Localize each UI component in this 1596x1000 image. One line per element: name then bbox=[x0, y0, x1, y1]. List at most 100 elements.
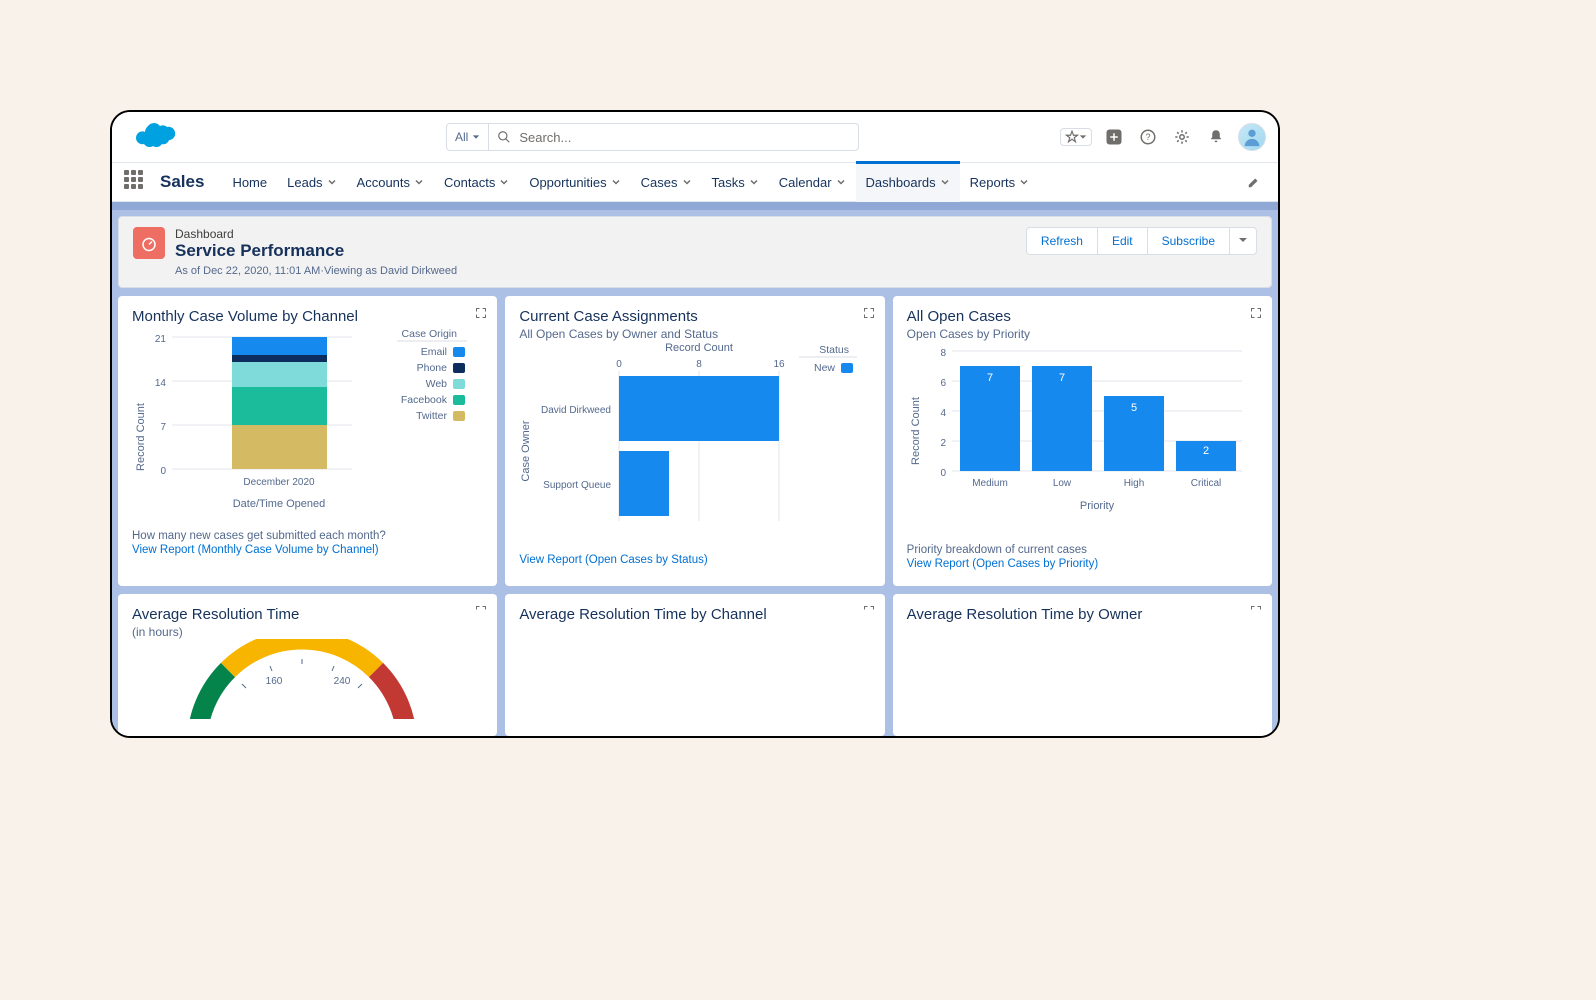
card-title: Monthly Case Volume by Channel bbox=[132, 308, 483, 325]
expand-button[interactable] bbox=[863, 306, 875, 324]
nav-tab-cases[interactable]: Cases bbox=[631, 162, 702, 202]
dashboard-actions: Refresh Edit Subscribe bbox=[1026, 227, 1257, 255]
nav-tab-dashboards[interactable]: Dashboards bbox=[856, 162, 960, 202]
svg-text:Medium: Medium bbox=[972, 478, 1008, 489]
global-search: All Search... bbox=[446, 123, 859, 151]
user-avatar[interactable] bbox=[1238, 123, 1266, 151]
svg-text:Email: Email bbox=[421, 346, 447, 358]
svg-text:14: 14 bbox=[155, 378, 167, 389]
caret-down-icon bbox=[1079, 133, 1087, 141]
nav-tab-calendar[interactable]: Calendar bbox=[769, 162, 856, 202]
card-monthly-volume: Monthly Case Volume by Channel Record Co… bbox=[118, 296, 497, 586]
plus-icon bbox=[1105, 128, 1123, 146]
expand-button[interactable] bbox=[475, 604, 487, 622]
expand-icon bbox=[475, 605, 487, 617]
nav-label: Home bbox=[232, 175, 267, 190]
chevron-down-icon bbox=[327, 177, 337, 187]
chevron-down-icon bbox=[836, 177, 846, 187]
edit-nav-button[interactable] bbox=[1242, 170, 1266, 194]
nav-label: Dashboards bbox=[866, 175, 936, 190]
bell-icon bbox=[1207, 128, 1225, 146]
card-footer: Priority breakdown of current cases bbox=[907, 544, 1258, 556]
card-avg-resolution-channel: Average Resolution Time by Channel bbox=[505, 594, 884, 736]
svg-text:8: 8 bbox=[940, 348, 946, 359]
card-case-assignments: Current Case Assignments All Open Cases … bbox=[505, 296, 884, 586]
nav-bar: Sales HomeLeadsAccountsContactsOpportuni… bbox=[112, 162, 1278, 202]
dashboard-icon bbox=[133, 227, 165, 259]
svg-text:21: 21 bbox=[155, 334, 167, 345]
card-title: Average Resolution Time by Channel bbox=[519, 606, 870, 623]
svg-text:Record Count: Record Count bbox=[135, 403, 147, 471]
chart-gauge: 160 240 bbox=[132, 639, 472, 719]
nav-label: Cases bbox=[641, 175, 678, 190]
nav-tab-accounts[interactable]: Accounts bbox=[347, 162, 434, 202]
nav-tab-home[interactable]: Home bbox=[222, 162, 277, 202]
svg-text:Case Owner: Case Owner bbox=[520, 420, 532, 481]
svg-text:?: ? bbox=[1145, 132, 1150, 142]
svg-text:0: 0 bbox=[940, 468, 946, 479]
svg-text:Case Origin: Case Origin bbox=[402, 328, 458, 340]
svg-text:0: 0 bbox=[160, 466, 166, 477]
svg-text:Date/Time Opened: Date/Time Opened bbox=[233, 498, 326, 510]
view-report-link[interactable]: View Report (Open Cases by Status) bbox=[519, 554, 870, 566]
card-avg-resolution-owner: Average Resolution Time by Owner bbox=[893, 594, 1272, 736]
expand-button[interactable] bbox=[1250, 306, 1262, 324]
dashboard-content: Dashboard Service Performance As of Dec … bbox=[112, 210, 1278, 736]
nav-tab-opportunities[interactable]: Opportunities bbox=[519, 162, 630, 202]
expand-button[interactable] bbox=[1250, 604, 1262, 622]
pencil-icon bbox=[1247, 175, 1261, 189]
edit-button[interactable]: Edit bbox=[1098, 227, 1148, 255]
subscribe-button[interactable]: Subscribe bbox=[1148, 227, 1230, 255]
svg-text:7: 7 bbox=[987, 372, 993, 384]
svg-text:8: 8 bbox=[697, 359, 703, 370]
svg-text:4: 4 bbox=[940, 408, 946, 419]
notifications-button[interactable] bbox=[1204, 125, 1228, 149]
add-button[interactable] bbox=[1102, 125, 1126, 149]
svg-text:Twitter: Twitter bbox=[416, 410, 447, 422]
dashboard-title: Service Performance bbox=[175, 241, 1026, 261]
caret-down-icon bbox=[1238, 235, 1248, 245]
question-icon: ? bbox=[1139, 128, 1157, 146]
card-title: Average Resolution Time by Owner bbox=[907, 606, 1258, 623]
chevron-down-icon bbox=[499, 177, 509, 187]
help-button[interactable]: ? bbox=[1136, 125, 1160, 149]
svg-text:5: 5 bbox=[1131, 402, 1137, 414]
more-actions-button[interactable] bbox=[1230, 227, 1257, 255]
nav-label: Tasks bbox=[712, 175, 745, 190]
nav-label: Leads bbox=[287, 175, 322, 190]
chevron-down-icon bbox=[749, 177, 759, 187]
refresh-button[interactable]: Refresh bbox=[1026, 227, 1098, 255]
svg-text:160: 160 bbox=[266, 676, 283, 687]
expand-icon bbox=[863, 307, 875, 319]
view-report-link[interactable]: View Report (Monthly Case Volume by Chan… bbox=[132, 544, 483, 556]
expand-button[interactable] bbox=[475, 306, 487, 324]
svg-text:2: 2 bbox=[940, 438, 946, 449]
expand-button[interactable] bbox=[863, 604, 875, 622]
svg-text:2: 2 bbox=[1203, 445, 1209, 457]
nav-label: Calendar bbox=[779, 175, 832, 190]
card-title: Average Resolution Time bbox=[132, 606, 483, 623]
nav-tab-tasks[interactable]: Tasks bbox=[702, 162, 769, 202]
view-report-link[interactable]: View Report (Open Cases by Priority) bbox=[907, 558, 1258, 570]
chart-monthly: Record Count 21 14 7 0 bbox=[132, 327, 472, 517]
card-subtitle: Open Cases by Priority bbox=[907, 327, 1258, 341]
favorites-button[interactable] bbox=[1060, 128, 1092, 146]
nav-label: Contacts bbox=[444, 175, 495, 190]
svg-text:Critical: Critical bbox=[1190, 478, 1221, 489]
nav-tab-contacts[interactable]: Contacts bbox=[434, 162, 519, 202]
svg-text:Low: Low bbox=[1052, 478, 1071, 489]
svg-text:David Dirkweed: David Dirkweed bbox=[541, 405, 611, 416]
nav-tab-leads[interactable]: Leads bbox=[277, 162, 346, 202]
search-scope-label: All bbox=[455, 130, 468, 144]
search-icon bbox=[497, 130, 511, 144]
svg-text:Priority: Priority bbox=[1080, 500, 1115, 512]
app-launcher-icon[interactable] bbox=[124, 170, 148, 194]
nav-tab-reports[interactable]: Reports bbox=[960, 162, 1040, 202]
setup-button[interactable] bbox=[1170, 125, 1194, 149]
card-title: Current Case Assignments bbox=[519, 308, 870, 325]
search-scope-dropdown[interactable]: All bbox=[446, 123, 489, 151]
salesforce-logo bbox=[128, 120, 176, 154]
expand-icon bbox=[475, 307, 487, 319]
search-input[interactable]: Search... bbox=[489, 123, 859, 151]
svg-text:Facebook: Facebook bbox=[401, 394, 448, 406]
